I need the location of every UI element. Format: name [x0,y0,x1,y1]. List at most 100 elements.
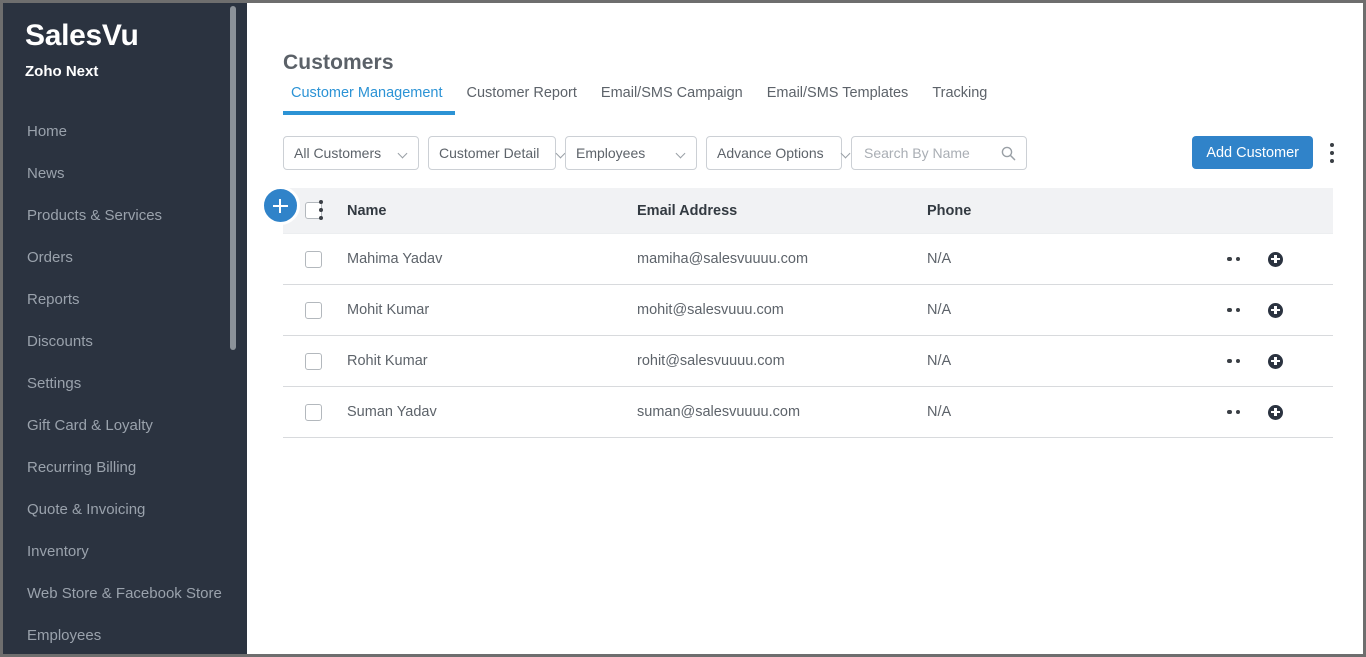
row-checkbox[interactable] [305,404,322,421]
cell-name: Suman Yadav [347,387,637,438]
cell-actions [1227,387,1333,438]
sidebar: SalesVu Zoho Next Home News Products & S… [3,3,247,657]
advance-options-value: Advance Options [717,145,824,161]
tab-customer-management[interactable]: Customer Management [283,85,455,115]
sidebar-item-home[interactable]: Home [3,111,247,153]
row-select-cell [283,387,347,438]
row-more-actions-icon[interactable] [1227,359,1240,364]
column-header-email[interactable]: Email Address [637,188,927,234]
row-checkbox[interactable] [305,302,322,319]
kebab-dot [1330,151,1334,155]
brand-logo: SalesVu [3,3,247,52]
search-input[interactable] [862,144,998,162]
cell-email: mohit@salesvuuu.com [637,285,927,336]
cell-email: rohit@salesvuuuu.com [637,336,927,387]
row-add-icon[interactable] [1268,354,1283,369]
advance-options-select[interactable]: Advance Options [706,136,842,170]
main-content: Customers Customer Management Customer R… [247,3,1363,654]
table-row[interactable]: Suman Yadav suman@salesvuuuu.com N/A [283,387,1333,438]
row-select-cell [283,336,347,387]
table-row[interactable]: Mohit Kumar mohit@salesvuuu.com N/A [283,285,1333,336]
table-body: Mahima Yadav mamiha@salesvuuuu.com N/A [283,234,1333,438]
cell-name: Rohit Kumar [347,336,637,387]
cell-name: Mahima Yadav [347,234,637,285]
row-more-actions-icon[interactable] [1227,410,1240,415]
add-row-fab-button[interactable] [261,186,300,225]
application-window: SalesVu Zoho Next Home News Products & S… [0,0,1366,657]
employees-select[interactable]: Employees [565,136,697,170]
cell-phone: N/A [927,387,1227,438]
customers-table-container: Name Email Address Phone Mahima Yadav ma… [283,188,1333,438]
row-more-actions-icon[interactable] [1227,308,1240,313]
sidebar-item-recurring-billing[interactable]: Recurring Billing [3,447,247,489]
cell-email: suman@salesvuuuu.com [637,387,927,438]
table-row[interactable]: Mahima Yadav mamiha@salesvuuuu.com N/A [283,234,1333,285]
sidebar-item-discounts[interactable]: Discounts [3,321,247,363]
filter-toolbar: All Customers Customer Detail Employees … [283,136,1341,170]
search-icon[interactable] [1001,146,1016,161]
column-header-phone[interactable]: Phone [927,188,1227,234]
sidebar-item-quote-invoicing[interactable]: Quote & Invoicing [3,489,247,531]
add-customer-button[interactable]: Add Customer [1192,136,1313,169]
customer-scope-select[interactable]: All Customers [283,136,419,170]
row-select-cell [283,234,347,285]
tab-bar: Customer Management Customer Report Emai… [283,85,999,115]
sidebar-scrollbar-thumb[interactable] [230,6,236,350]
tab-email-sms-campaign[interactable]: Email/SMS Campaign [589,85,755,115]
cell-name: Mohit Kumar [347,285,637,336]
sidebar-item-employees[interactable]: Employees [3,615,247,657]
row-add-icon[interactable] [1268,303,1283,318]
tab-tracking[interactable]: Tracking [920,85,999,115]
chevron-down-icon [399,149,408,158]
dot [1236,257,1241,262]
cell-actions [1227,234,1333,285]
dot [1227,410,1232,415]
page-title: Customers [283,51,394,75]
sidebar-item-products-services[interactable]: Products & Services [3,195,247,237]
cell-phone: N/A [927,234,1227,285]
customer-detail-select[interactable]: Customer Detail [428,136,556,170]
sidebar-item-orders[interactable]: Orders [3,237,247,279]
cell-actions [1227,336,1333,387]
row-checkbox[interactable] [305,251,322,268]
sidebar-item-gift-card-loyalty[interactable]: Gift Card & Loyalty [3,405,247,447]
toolbar-more-menu-icon[interactable] [1323,142,1341,164]
dot [1227,359,1232,364]
cell-phone: N/A [927,285,1227,336]
employees-value: Employees [576,145,659,161]
sidebar-item-settings[interactable]: Settings [3,363,247,405]
row-more-actions-icon[interactable] [1227,257,1240,262]
dot [1236,308,1241,313]
dot [1236,410,1241,415]
kebab-dot [319,208,323,212]
table-row[interactable]: Rohit Kumar rohit@salesvuuuu.com N/A [283,336,1333,387]
search-container [851,136,1027,170]
customer-scope-value: All Customers [294,145,381,161]
kebab-dot [1330,159,1334,163]
sidebar-item-reports[interactable]: Reports [3,279,247,321]
sidebar-item-news[interactable]: News [3,153,247,195]
row-select-cell [283,285,347,336]
row-add-icon[interactable] [1268,405,1283,420]
table-more-menu-icon[interactable] [312,199,330,221]
kebab-dot [319,216,323,220]
sidebar-item-inventory[interactable]: Inventory [3,531,247,573]
cell-phone: N/A [927,336,1227,387]
customers-table: Name Email Address Phone Mahima Yadav ma… [283,188,1333,438]
sidebar-nav: Home News Products & Services Orders Rep… [3,111,247,657]
row-add-icon[interactable] [1268,252,1283,267]
column-header-name[interactable]: Name [347,188,637,234]
kebab-dot [319,200,323,204]
sidebar-item-web-store[interactable]: Web Store & Facebook Store [3,573,247,615]
customer-detail-value: Customer Detail [439,145,539,161]
kebab-dot [1330,143,1334,147]
tab-customer-report[interactable]: Customer Report [455,85,589,115]
dot [1227,308,1232,313]
table-head: Name Email Address Phone [283,188,1333,234]
row-checkbox[interactable] [305,353,322,370]
column-header-actions [1227,188,1333,234]
tab-email-sms-templates[interactable]: Email/SMS Templates [755,85,921,115]
chevron-down-icon [677,149,686,158]
cell-email: mamiha@salesvuuuu.com [637,234,927,285]
dot [1236,359,1241,364]
